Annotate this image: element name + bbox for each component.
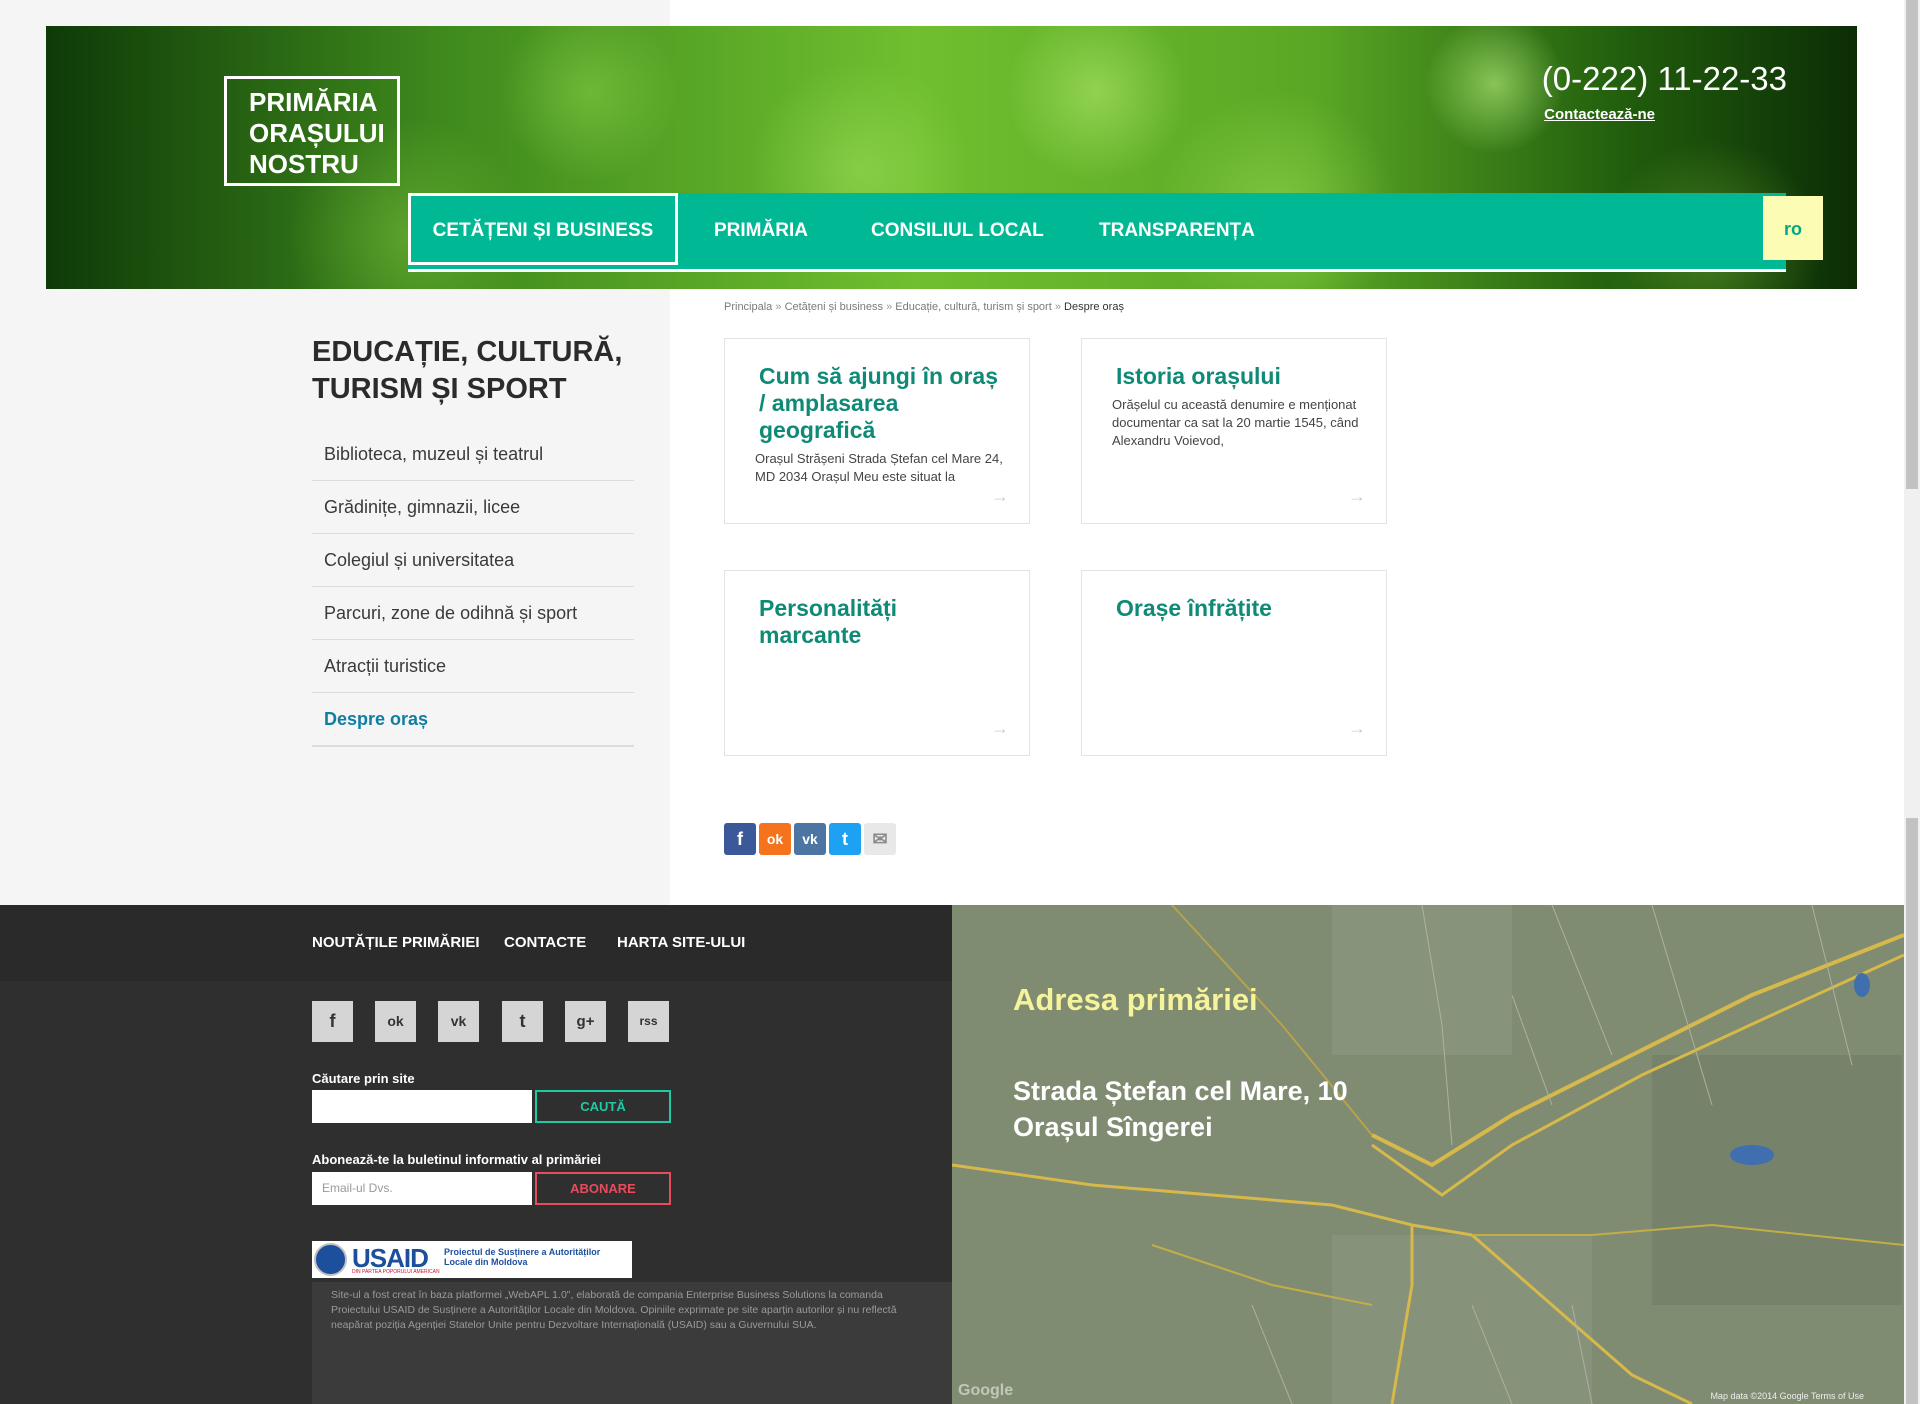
twitter-icon[interactable]: t (829, 823, 861, 855)
breadcrumb-current: Despre oraș (1064, 301, 1124, 313)
map[interactable]: Adresa primăriei Strada Ștefan cel Mare,… (952, 905, 1904, 1404)
phone-number: (0-222) 11-22-33 (1541, 60, 1787, 97)
site-logo[interactable]: PRIMĂRIA ORAȘULUI NOSTRU (224, 76, 400, 186)
odnoklassniki-icon[interactable]: ok (375, 1001, 416, 1042)
card-istoria[interactable]: Istoria orașului Orășelul cu această den… (1081, 338, 1387, 524)
sidebar-item-parcuri[interactable]: Parcuri, zone de odihnă și sport (312, 587, 634, 640)
arrow-right-icon: → (991, 486, 1009, 506)
map-credit[interactable]: Map data ©2014 Google Terms of Use (1710, 1391, 1864, 1401)
scrollbar-thumb[interactable] (1906, 818, 1918, 1404)
map-title: Adresa primăriei (1013, 982, 1258, 1017)
breadcrumb-separator: » (1054, 301, 1061, 313)
breadcrumb-separator: » (886, 301, 893, 313)
footer-link-noutati[interactable]: NOUTĂȚILE PRIMĂRIEI (312, 934, 480, 951)
sidebar-item-atractii[interactable]: Atracții turistice (312, 640, 634, 693)
nav-item-transparenta[interactable]: TRANSPARENȚA (1099, 193, 1255, 269)
address-line: Strada Ștefan cel Mare, 10 (1013, 1076, 1348, 1106)
logo-line: NOSTRU (249, 149, 359, 179)
sidebar-title: EDUCAȚIE, CULTURĂ, TURISM ȘI SPORT (312, 336, 623, 405)
arrow-right-icon: → (991, 718, 1009, 738)
breadcrumb-link[interactable]: Educație, cultură, turism și sport (895, 301, 1052, 313)
twitter-icon[interactable]: t (502, 1001, 543, 1042)
card-orase-infratite[interactable]: Orașe înfrățite → (1081, 570, 1387, 756)
address-line: Orașul Sîngerei (1013, 1112, 1213, 1142)
vk-icon[interactable]: vk (794, 823, 826, 855)
arrow-right-icon: → (1348, 718, 1366, 738)
breadcrumb-separator: » (775, 301, 782, 313)
newsletter-label: Abonează-te la buletinul informativ al p… (312, 1152, 601, 1167)
subscribe-button[interactable]: ABONARE (535, 1172, 671, 1205)
nav-item-primaria[interactable]: PRIMĂRIA (714, 193, 808, 269)
nav-item-cetateni[interactable]: CETĂȚENI ȘI BUSINESS (408, 193, 678, 265)
logo-line: ORAȘULUI (249, 118, 385, 148)
facebook-icon[interactable]: f (312, 1001, 353, 1042)
card-title[interactable]: Istoria orașului (1116, 363, 1356, 390)
breadcrumb-link[interactable]: Principala (724, 301, 772, 313)
search-button[interactable]: CAUTĂ (535, 1090, 671, 1123)
card-title[interactable]: Cum să ajungi în oraș / amplasarea geogr… (759, 363, 999, 444)
search-label: Căutare prin site (312, 1071, 415, 1086)
footer-link-harta[interactable]: HARTA SITE-ULUI (617, 934, 745, 951)
rss-icon[interactable]: rss (628, 1001, 669, 1042)
map-roads (952, 905, 1904, 1404)
mail-icon[interactable]: ✉ (864, 823, 896, 855)
usaid-logo[interactable]: USAID DIN PARTEA POPORULUI AMERICAN Proi… (312, 1241, 632, 1278)
sidebar-item-biblioteca[interactable]: Biblioteca, muzeul și teatrul (312, 428, 634, 481)
breadcrumb: Principala » Cetățeni și business » Educ… (724, 301, 1124, 313)
sidebar-item-colegiul[interactable]: Colegiul și universitatea (312, 534, 634, 587)
vk-icon[interactable]: vk (438, 1001, 479, 1042)
arrow-right-icon: → (1348, 486, 1366, 506)
logo-line: PRIMĂRIA (249, 87, 378, 117)
card-excerpt: Orașul Strășeni Strada Ștefan cel Mare 2… (755, 451, 1003, 484)
sidebar-item-gradinite[interactable]: Grădinițe, gimnazii, licee (312, 481, 634, 534)
usaid-tagline: DIN PARTEA POPORULUI AMERICAN (352, 1269, 440, 1275)
card-excerpt: Orășelul cu această denumire e menționat… (1112, 397, 1359, 448)
card-cum-sa-ajungi[interactable]: Cum să ajungi în oraș / amplasarea geogr… (724, 338, 1030, 524)
google-plus-icon[interactable]: g+ (565, 1001, 606, 1042)
contact-link[interactable]: Contactează-ne (1544, 106, 1655, 123)
email-field[interactable]: Email-ul Dvs. (312, 1172, 532, 1205)
usaid-project-name: Proiectul de Susținere a Autorităților L… (444, 1247, 601, 1267)
search-input[interactable] (312, 1090, 532, 1123)
card-title[interactable]: Personalități marcante (759, 595, 999, 649)
footer-link-contacte[interactable]: CONTACTE (504, 934, 586, 951)
card-personalitati[interactable]: Personalități marcante → (724, 570, 1030, 756)
disclaimer-text: Site-ul a fost creat în baza platformei … (331, 1289, 897, 1331)
usaid-wordmark: USAID (352, 1243, 429, 1273)
sidebar-item-despre-oras[interactable]: Despre oraș (312, 693, 634, 747)
usaid-seal-icon (314, 1243, 347, 1276)
breadcrumb-link[interactable]: Cetățeni și business (785, 301, 883, 313)
nav-item-consiliul-local[interactable]: CONSILIUL LOCAL (871, 193, 1044, 269)
google-logo: Google (958, 1382, 1014, 1399)
main-nav: CETĂȚENI ȘI BUSINESS PRIMĂRIA CONSILIUL … (408, 193, 1823, 272)
map-address: Strada Ștefan cel Mare, 10 Orașul Sînger… (1013, 1073, 1348, 1145)
card-title[interactable]: Orașe înfrățite (1116, 595, 1356, 622)
language-switch[interactable]: ro (1763, 196, 1823, 260)
scrollbar-thumb[interactable] (1906, 0, 1918, 489)
odnoklassniki-icon[interactable]: ok (759, 823, 791, 855)
sidebar-menu: Biblioteca, muzeul și teatrul Grădinițe,… (312, 428, 634, 747)
facebook-icon[interactable]: f (724, 823, 756, 855)
